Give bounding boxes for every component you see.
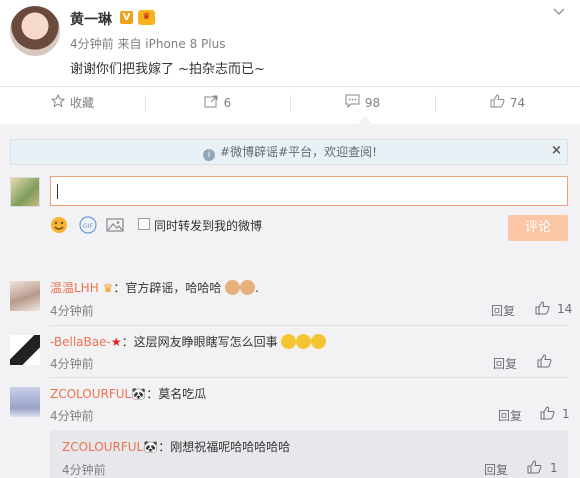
chevron-down-icon[interactable] <box>553 5 565 19</box>
post-text: 谢谢你们把我嫁了 ~拍杂志而已~ <box>70 62 265 77</box>
svg-text:GIF: GIF <box>83 222 94 230</box>
comment-count: 98 <box>364 96 381 110</box>
favorite-button[interactable]: 收藏 <box>0 87 145 119</box>
notice-text[interactable]: #微博辟谣#平台，欢迎查阅! <box>220 145 377 159</box>
thumbs-up-icon[interactable] <box>540 406 555 423</box>
reply-button[interactable]: 回复 <box>493 355 517 372</box>
sub-reply-like-count: 1 <box>550 461 558 475</box>
my-avatar <box>10 177 40 207</box>
comment-line: -BellaBae-★：这层网友睁眼瞎写怎么回事 <box>50 333 327 350</box>
cat-emoji-icon <box>240 280 256 295</box>
comment-caret <box>358 116 372 124</box>
comment-icon <box>345 88 360 120</box>
thumbs-up-icon[interactable] <box>537 354 552 371</box>
comment-text: ：官方辟谣，哈哈哈 <box>113 281 222 295</box>
thumbs-up-icon[interactable] <box>535 301 550 318</box>
sub-reply-block: ZCOLOURFUL🐼：刚想祝福呢哈哈哈哈哈 4分钟前 回复 1 <box>50 430 568 478</box>
reply-button[interactable]: 回复 <box>498 407 522 424</box>
sleepy-emoji-icon <box>296 334 312 349</box>
sub-reply-name[interactable]: ZCOLOURFUL <box>62 440 143 454</box>
comment-like-count: 14 <box>557 302 573 316</box>
thumbs-up-icon[interactable] <box>527 460 542 477</box>
thumbs-up-icon <box>490 88 505 120</box>
panda-badge-icon: 🐼 <box>143 440 159 454</box>
comment-button[interactable]: 98 <box>290 87 435 119</box>
repost-button[interactable]: 6 <box>145 87 290 119</box>
emoji-icon[interactable] <box>50 216 68 234</box>
post-action-bar: 收藏 6 98 74 <box>0 86 580 118</box>
info-icon: i <box>203 149 216 161</box>
comment-line: ZCOLOURFUL🐼：莫名吃瓜 <box>50 385 206 402</box>
sub-reply-line: ZCOLOURFUL🐼：刚想祝福呢哈哈哈哈哈 <box>62 438 290 455</box>
image-icon[interactable] <box>106 216 124 234</box>
comment-input[interactable] <box>50 176 568 206</box>
panda-badge-icon: 🐼 <box>131 387 147 401</box>
sleepy-emoji-icon <box>281 334 297 349</box>
commenter-avatar[interactable] <box>10 281 40 311</box>
commenter-name[interactable]: 温温LHH <box>50 281 99 295</box>
reply-button[interactable]: 回复 <box>484 461 508 478</box>
comment-text: ：这层网友睁眼瞎写怎么回事 <box>121 335 278 349</box>
sleepy-emoji-icon <box>311 334 327 349</box>
repost-icon <box>204 88 219 120</box>
forward-label: 同时转发到我的微博 <box>154 219 263 233</box>
sub-reply-text: ：刚想祝福呢哈哈哈哈哈 <box>158 440 291 454</box>
star-icon <box>50 88 66 120</box>
text-cursor <box>57 184 58 199</box>
vip-crown-icon: ♛ <box>102 281 114 295</box>
verified-badge-icon: V <box>120 11 133 24</box>
forward-checkbox[interactable] <box>138 218 150 230</box>
comment-text: ：莫名吃瓜 <box>146 387 207 401</box>
like-button[interactable]: 74 <box>435 87 580 119</box>
commenter-name[interactable]: ZCOLOURFUL <box>50 387 131 401</box>
commenter-avatar[interactable] <box>10 387 40 417</box>
submit-comment-button[interactable]: 评论 <box>508 215 568 241</box>
favorite-label: 收藏 <box>69 96 94 110</box>
repost-count: 6 <box>223 96 232 110</box>
post-meta: 4分钟前 来自 iPhone 8 Plus <box>70 37 226 51</box>
comment-separator <box>50 325 568 326</box>
rumor-notice-banner: i #微博辟谣#平台，欢迎查阅! × <box>10 139 568 165</box>
like-count: 74 <box>509 96 526 110</box>
sub-reply-time: 4分钟前 <box>62 463 106 477</box>
close-icon[interactable]: × <box>551 143 562 158</box>
author-avatar[interactable] <box>10 6 60 56</box>
commenter-avatar[interactable] <box>10 335 40 365</box>
commenter-name[interactable]: -BellaBae- <box>50 335 111 349</box>
comment-like-count: 1 <box>562 407 570 421</box>
star-badge-icon: ★ <box>110 335 122 349</box>
notice-text-wrap[interactable]: i #微博辟谣#平台，欢迎查阅! <box>11 140 569 164</box>
comment-time: 4分钟前 <box>50 357 94 371</box>
comment-time: 4分钟前 <box>50 304 94 318</box>
cat-emoji-icon <box>225 280 241 295</box>
comment-separator <box>50 377 568 378</box>
reply-button[interactable]: 回复 <box>491 302 515 319</box>
comment-line: 温温LHH ♛：官方辟谣，哈哈哈 . <box>50 280 259 295</box>
author-name[interactable]: 黄一琳 <box>70 9 112 29</box>
comment-time: 4分钟前 <box>50 409 94 423</box>
vip-crown-icon: ♛ <box>138 10 155 25</box>
gif-icon[interactable]: GIF <box>79 216 97 234</box>
